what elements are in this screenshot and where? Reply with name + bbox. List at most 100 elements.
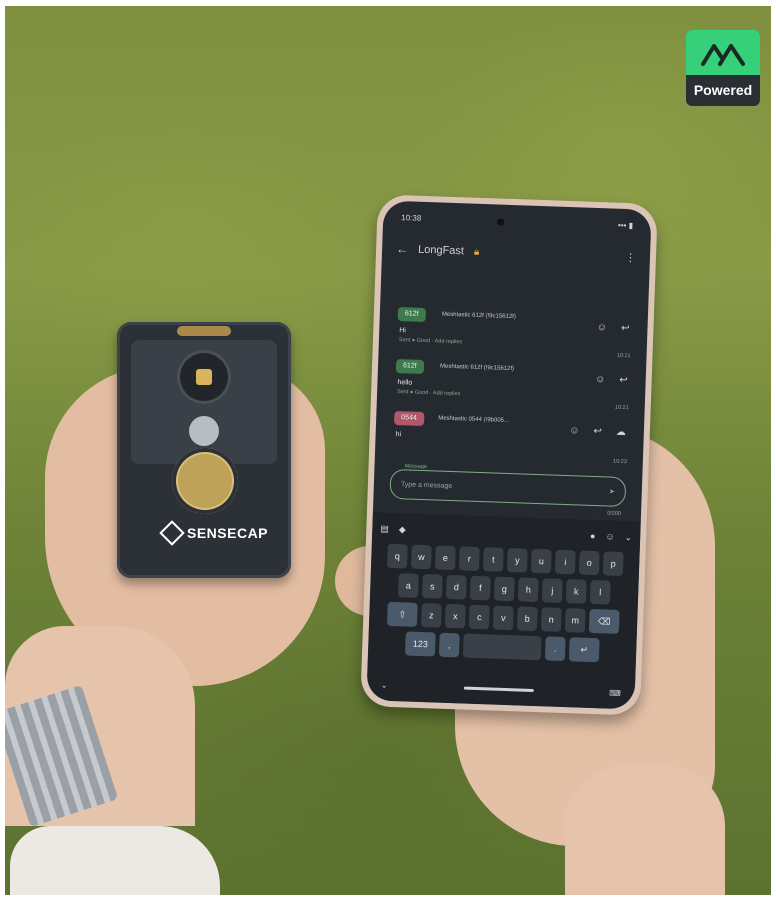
device-coin-cell xyxy=(172,448,238,514)
message-time: 10:21 xyxy=(616,352,631,360)
comma-key[interactable]: , xyxy=(438,632,460,658)
key[interactable]: a xyxy=(397,573,419,598)
message-status: Sent ● Good · Add replies xyxy=(398,337,463,346)
right-arm xyxy=(565,766,725,895)
home-indicator[interactable] xyxy=(463,686,534,692)
key[interactable]: m xyxy=(564,608,586,633)
message-placeholder: Type a message xyxy=(400,480,453,490)
device-led xyxy=(196,369,212,385)
mountain-logo-icon xyxy=(686,30,760,75)
key[interactable]: w xyxy=(410,544,432,570)
key[interactable]: s xyxy=(421,574,443,599)
key[interactable]: d xyxy=(445,574,467,600)
key[interactable]: p xyxy=(602,551,624,577)
clipboard-icon[interactable]: ▤ xyxy=(380,523,389,534)
emoji-react-icon[interactable]: ☺ xyxy=(597,322,608,333)
status-time: 10:38 xyxy=(401,213,422,223)
node-pill: 612f xyxy=(395,359,424,374)
character-counter: 0/200 xyxy=(607,510,622,517)
app-bar: ← LongFast 🔒︎ ⋮ xyxy=(396,239,637,267)
key[interactable]: x xyxy=(444,603,466,629)
key[interactable]: o xyxy=(578,550,600,576)
powered-badge: Powered xyxy=(686,30,760,106)
node-pill: 0544 xyxy=(393,410,425,426)
key[interactable]: u xyxy=(530,548,552,574)
message-actions: ☺ ↩ xyxy=(597,322,630,334)
sender-name: Meshtastic 0544 (!9b005… xyxy=(438,415,511,425)
period-key[interactable]: . xyxy=(544,636,566,662)
emoji-react-icon[interactable]: ☺ xyxy=(595,374,606,385)
key[interactable]: y xyxy=(506,548,528,573)
key[interactable]: r xyxy=(458,546,480,572)
key[interactable]: v xyxy=(492,605,514,631)
keyboard-row-1: q w e r t y u i o p xyxy=(379,543,632,577)
google-apps-icon[interactable]: ◆ xyxy=(399,524,406,535)
key[interactable]: c xyxy=(468,604,490,630)
emoji-react-icon[interactable]: ☺ xyxy=(569,425,580,436)
node-pill: 612f xyxy=(397,307,426,322)
key[interactable]: b xyxy=(516,606,538,632)
sensecap-logo-mark-icon xyxy=(159,520,185,546)
on-screen-keyboard: ▤ ◆ ● ☺ ⌄ q w e r t y u i o p a s d f g … xyxy=(366,512,641,710)
key[interactable]: q xyxy=(386,543,408,569)
reply-icon[interactable]: ↩ xyxy=(593,426,602,437)
message-status: Sent ● Good · Add replies xyxy=(397,389,461,398)
message-actions: ☺ ↩ ☁ xyxy=(569,425,626,438)
numbers-key[interactable]: 123 xyxy=(404,631,436,657)
more-options-icon[interactable]: ⋮ xyxy=(625,250,636,263)
key[interactable]: t xyxy=(482,547,504,572)
key[interactable]: h xyxy=(517,577,539,603)
channel-title: LongFast xyxy=(417,243,465,258)
shirt-sleeve xyxy=(10,826,220,895)
front-camera-icon xyxy=(497,218,505,226)
message-input[interactable]: Type a message ➤ xyxy=(389,468,627,508)
key[interactable]: l xyxy=(589,579,611,605)
reply-icon[interactable]: ↩ xyxy=(621,323,630,334)
photo-background: SENSECAP 10:38 ▪▪▪ ▮ ← LongFast 🔒︎ ⋮ 612… xyxy=(5,6,771,895)
status-bar: 10:38 ▪▪▪ ▮ xyxy=(401,213,633,233)
key[interactable]: z xyxy=(420,603,442,628)
status-icons: ▪▪▪ ▮ xyxy=(617,220,634,231)
nav-bar: ⌄ ⌨ xyxy=(381,679,621,699)
phone-screen: 10:38 ▪▪▪ ▮ ← LongFast 🔒︎ ⋮ 612f Meshtas… xyxy=(366,200,652,710)
keyboard-row-4: 123 , . ↵ xyxy=(376,630,629,663)
space-bar[interactable] xyxy=(462,633,542,661)
send-icon[interactable]: ➤ xyxy=(609,488,615,496)
message-text: Hi xyxy=(399,327,407,335)
reply-icon[interactable]: ↩ xyxy=(619,375,628,386)
keyboard-toolbar: ▤ ◆ ● ☺ ⌄ xyxy=(380,519,633,548)
brand-text: SENSECAP xyxy=(187,525,269,541)
shift-icon[interactable]: ⇧ xyxy=(386,601,418,627)
chevron-down-icon[interactable]: ⌄ xyxy=(381,680,388,689)
key[interactable]: g xyxy=(493,576,515,602)
back-arrow-icon[interactable]: ← xyxy=(396,242,408,256)
mic-icon[interactable]: ● xyxy=(590,531,596,541)
badge-label: Powered xyxy=(693,82,753,98)
device-button xyxy=(189,416,219,446)
enter-icon[interactable]: ↵ xyxy=(568,637,600,663)
keyboard-row-2: a s d f g h j k l xyxy=(378,573,631,606)
sensecap-card-device: SENSECAP xyxy=(117,322,291,578)
emoji-icon[interactable]: ☺ xyxy=(605,531,615,541)
device-notch xyxy=(177,326,231,336)
smartphone: 10:38 ▪▪▪ ▮ ← LongFast 🔒︎ ⋮ 612f Meshtas… xyxy=(360,194,658,716)
cloud-icon[interactable]: ☁ xyxy=(616,427,626,438)
lock-icon: 🔒︎ xyxy=(473,246,480,258)
key[interactable]: f xyxy=(469,575,491,601)
key[interactable]: k xyxy=(565,579,587,604)
message-actions: ☺ ↩ xyxy=(595,374,628,386)
backspace-icon[interactable]: ⌫ xyxy=(588,608,620,634)
key[interactable]: i xyxy=(554,549,576,575)
keyboard-switch-icon[interactable]: ⌨ xyxy=(609,688,621,697)
key[interactable]: e xyxy=(434,545,456,571)
sender-name: Meshtastic 612f (!9c15612f) xyxy=(441,311,516,321)
message-time: 10:23 xyxy=(612,458,627,466)
chevron-down-icon[interactable]: ⌄ xyxy=(624,532,633,543)
keyboard-row-3: ⇧ z x c v b n m ⌫ xyxy=(377,601,630,635)
key[interactable]: j xyxy=(541,578,563,603)
message-text: hello xyxy=(397,379,413,387)
key[interactable]: n xyxy=(540,607,562,632)
message-text: hi xyxy=(395,431,402,439)
sender-name: Meshtastic 612f (!9c15612f) xyxy=(439,363,515,373)
sensecap-logo: SENSECAP xyxy=(159,520,269,546)
